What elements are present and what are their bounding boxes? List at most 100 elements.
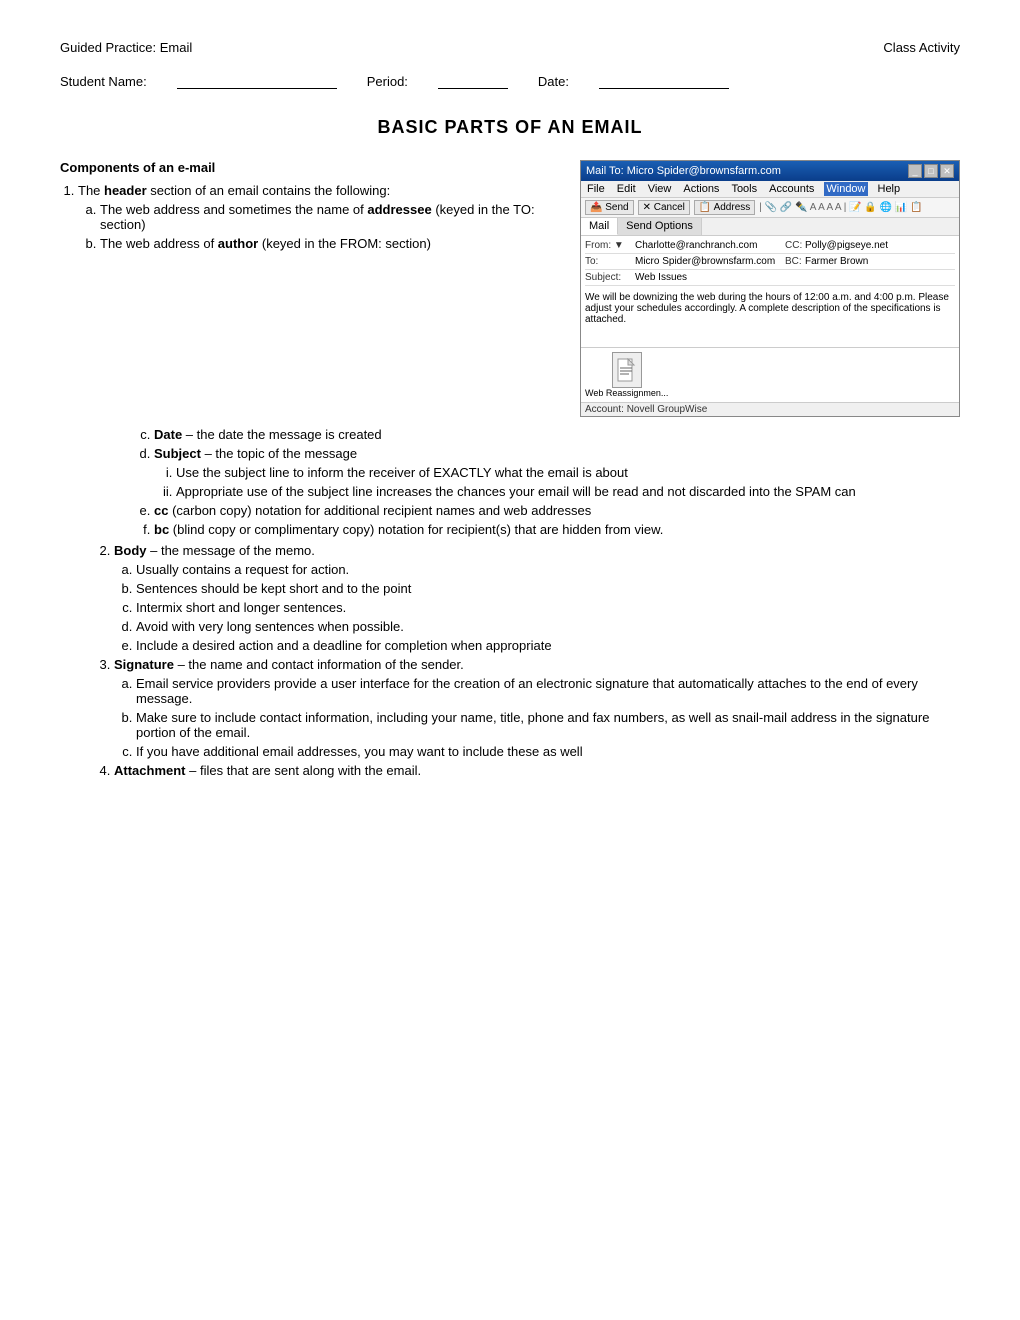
menu-view[interactable]: View xyxy=(646,182,674,196)
from-row: From: ▼ Charlotte@ranchranch.com CC: Pol… xyxy=(585,238,955,254)
full-width-alpha-continued: Date – the date the message is created S… xyxy=(60,427,960,537)
email-attachment-area: Web Reassignmen... xyxy=(581,348,959,402)
email-titlebar: Mail To: Micro Spider@brownsfarm.com _ □… xyxy=(581,161,959,181)
sub-list-alpha-1: The web address and sometimes the name o… xyxy=(78,202,560,251)
items-2-3-4: Body – the message of the memo. Usually … xyxy=(60,543,960,778)
author-bold: author xyxy=(218,236,258,251)
list-item-1c: Date – the date the message is created xyxy=(154,427,960,442)
sub-list-alpha-3: Email service providers provide a user i… xyxy=(114,676,960,759)
bc-label-inline: BC: xyxy=(785,256,805,267)
main-content: Components of an e-mail The header secti… xyxy=(60,160,960,417)
list-item-1b: The web address of author (keyed in the … xyxy=(100,236,560,251)
list-item-3c: If you have additional email addresses, … xyxy=(136,744,960,759)
menu-actions[interactable]: Actions xyxy=(681,182,721,196)
date-label: Date: xyxy=(538,74,569,89)
list-item-2e: Include a desired action and a deadline … xyxy=(136,638,960,653)
email-toolbar: 📤 Send ✕ Cancel 📋 Address | 📎 🔗 ✒️ A A A… xyxy=(581,198,959,218)
maximize-button[interactable]: □ xyxy=(924,164,938,178)
subject-bold: Subject xyxy=(154,446,201,461)
email-tabs: Mail Send Options xyxy=(581,218,959,236)
date-field[interactable] xyxy=(599,73,729,89)
to-label: To: xyxy=(585,256,635,267)
attachment-item: Web Reassignmen... xyxy=(585,352,668,398)
cc-bold: cc xyxy=(154,503,168,518)
list-item-3: Signature – the name and contact informa… xyxy=(114,657,960,759)
attachment-bold: Attachment xyxy=(114,763,186,778)
class-activity-label: Class Activity xyxy=(883,40,960,55)
toolbar-icons: | 📎 🔗 ✒️ A A A A | 📝 🔒 🌐 📊 📋 xyxy=(759,202,922,213)
components-heading: Components of an e-mail xyxy=(60,160,560,175)
address-button[interactable]: 📋 Address xyxy=(694,200,755,215)
header-bold: header xyxy=(104,183,147,198)
list-item-2a: Usually contains a request for action. xyxy=(136,562,960,577)
minimize-button[interactable]: _ xyxy=(908,164,922,178)
attachment-icon xyxy=(612,352,642,388)
list-item-2: Body – the message of the memo. Usually … xyxy=(114,543,960,653)
student-info-row: Student Name: Period: Date: xyxy=(60,73,960,89)
email-body-text: We will be downizing the web during the … xyxy=(585,292,949,325)
signature-bold: Signature xyxy=(114,657,174,672)
list-item-2b: Sentences should be kept short and to th… xyxy=(136,581,960,596)
student-name-field[interactable] xyxy=(177,73,337,89)
main-list-2-3-4: Body – the message of the memo. Usually … xyxy=(96,543,960,778)
email-window: Mail To: Micro Spider@brownsfarm.com _ □… xyxy=(580,160,960,417)
date-bold: Date xyxy=(154,427,182,442)
cancel-button[interactable]: ✕ Cancel xyxy=(638,200,690,215)
email-status-bar: Account: Novell GroupWise xyxy=(581,402,959,416)
list-item-1d-ii: Appropriate use of the subject line incr… xyxy=(176,484,960,499)
bc-bold: bc xyxy=(154,522,169,537)
email-title-text: Mail To: Micro Spider@brownsfarm.com xyxy=(586,165,781,177)
from-value: Charlotte@ranchranch.com xyxy=(635,240,785,251)
menu-tools[interactable]: Tools xyxy=(729,182,759,196)
list-item-3a: Email service providers provide a user i… xyxy=(136,676,960,706)
cc-label-inline: CC: xyxy=(785,240,805,251)
status-text: Account: Novell GroupWise xyxy=(585,404,707,415)
list-item-2c: Intermix short and longer sentences. xyxy=(136,600,960,615)
subject-label: Subject: xyxy=(585,272,635,283)
left-content: Components of an e-mail The header secti… xyxy=(60,160,560,417)
to-row: To: Micro Spider@brownsfarm.com BC: Farm… xyxy=(585,254,955,270)
list-item-1d-i: Use the subject line to inform the recei… xyxy=(176,465,960,480)
menu-edit[interactable]: Edit xyxy=(615,182,638,196)
menu-accounts[interactable]: Accounts xyxy=(767,182,816,196)
email-fields: From: ▼ Charlotte@ranchranch.com CC: Pol… xyxy=(581,236,959,288)
guided-practice-label: Guided Practice: Email xyxy=(60,40,192,55)
sub-list-alpha-2: Usually contains a request for action. S… xyxy=(114,562,960,653)
list-item-1a: The web address and sometimes the name o… xyxy=(100,202,560,232)
subject-value: Web Issues xyxy=(635,272,955,283)
email-screenshot-area: Mail To: Micro Spider@brownsfarm.com _ □… xyxy=(580,160,960,417)
main-numbered-list: The header section of an email contains … xyxy=(60,183,560,251)
menu-window[interactable]: Window xyxy=(824,182,867,196)
student-name-label: Student Name: xyxy=(60,74,147,89)
tab-mail[interactable]: Mail xyxy=(581,218,618,235)
list-item-1e: cc (carbon copy) notation for additional… xyxy=(154,503,960,518)
to-value: Micro Spider@brownsfarm.com xyxy=(635,256,785,267)
menu-file[interactable]: File xyxy=(585,182,607,196)
file-icon xyxy=(617,358,637,382)
list-item-2d: Avoid with very long sentences when poss… xyxy=(136,619,960,634)
list-item-1: The header section of an email contains … xyxy=(78,183,560,251)
from-label: From: ▼ xyxy=(585,240,635,251)
subject-row: Subject: Web Issues xyxy=(585,270,955,286)
tab-send-options[interactable]: Send Options xyxy=(618,218,702,235)
bc-value: Farmer Brown xyxy=(805,256,955,267)
period-field[interactable] xyxy=(438,73,508,89)
page-title: Basic Parts of an Email xyxy=(60,117,960,138)
attachment-label: Web Reassignmen... xyxy=(585,388,668,398)
list-item-1d: Subject – the topic of the message Use t… xyxy=(154,446,960,499)
cc-value: Polly@pigseye.net xyxy=(805,240,955,251)
sub-list-roman: Use the subject line to inform the recei… xyxy=(154,465,960,499)
list-item-4: Attachment – files that are sent along w… xyxy=(114,763,960,778)
page-header: Guided Practice: Email Class Activity xyxy=(60,40,960,55)
period-label: Period: xyxy=(367,74,408,89)
addressee-bold: addressee xyxy=(367,202,431,217)
list-item-1f: bc (blind copy or complimentary copy) no… xyxy=(154,522,960,537)
window-controls: _ □ ✕ xyxy=(908,164,954,178)
send-button[interactable]: 📤 Send xyxy=(585,200,634,215)
email-menubar: File Edit View Actions Tools Accounts Wi… xyxy=(581,181,959,198)
close-button[interactable]: ✕ xyxy=(940,164,954,178)
menu-help[interactable]: Help xyxy=(876,182,903,196)
email-body: We will be downizing the web during the … xyxy=(581,288,959,348)
list-item-3b: Make sure to include contact information… xyxy=(136,710,960,740)
sub-list-alpha-continued: Date – the date the message is created S… xyxy=(132,427,960,537)
